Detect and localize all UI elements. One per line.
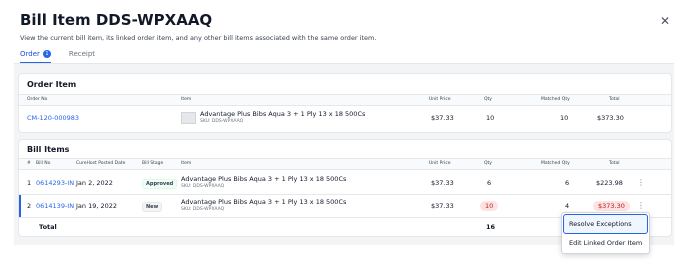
qty: 10 [486, 114, 495, 122]
selected-row-indicator [19, 195, 21, 217]
col-bill-stage: Bill Stage [142, 161, 164, 166]
col-total: Total [609, 161, 620, 166]
col-item: Item [181, 161, 192, 166]
order-item-card: Order Item Order No Item Unit Price Qty … [18, 73, 672, 133]
edit-linked-order-item-menu-item[interactable]: Edit Linked Order Item [569, 239, 642, 247]
qty: 6 [487, 179, 492, 187]
row-divider [19, 194, 671, 195]
item-sku: SKU: DDS-WPXAAQ [200, 119, 244, 124]
item-sku: SKU: DDS-WPXAAQ [181, 184, 225, 189]
tab-bar: Order 1 Receipt [20, 50, 95, 63]
product-thumbnail [181, 112, 196, 124]
bill-no-link[interactable]: 0614293-IN [36, 179, 74, 187]
matched-qty: 10 [560, 114, 569, 122]
order-item-title: Order Item [27, 80, 77, 89]
footer-total-label: Total [39, 223, 57, 231]
col-total: Total [609, 97, 620, 102]
total: $223.98 [596, 179, 623, 187]
row-number: 2 [27, 202, 32, 210]
status-badge: New [142, 202, 163, 212]
item-sku: SKU: DDS-WPXAAQ [181, 207, 225, 212]
posted-date: Jan 2, 2022 [76, 179, 113, 187]
resolve-exceptions-menu-item[interactable]: Resolve Exceptions [569, 220, 632, 228]
item-name: Advantage Plus Bibs Aqua 3 + 1 Ply 13 x … [181, 198, 347, 206]
unit-price: $37.33 [431, 114, 454, 122]
col-unit-price: Unit Price [429, 161, 451, 166]
row-actions-menu: Resolve Exceptions Edit Linked Order Ite… [561, 212, 650, 254]
bill-item-modal: Bill Item DDS-WPXAAQ ✕ View the current … [0, 0, 688, 267]
posted-date: Jan 19, 2022 [76, 202, 118, 210]
close-icon[interactable]: ✕ [660, 14, 670, 28]
modal-title: Bill Item DDS-WPXAAQ [20, 11, 213, 29]
tab-order-count-badge: 1 [42, 50, 51, 58]
row-actions-kebab-icon[interactable]: ⋮ [637, 201, 645, 210]
total-exception-pill: $373.30 [593, 201, 630, 211]
col-qty: Qty [484, 97, 492, 102]
col-matched-qty: Matched Qty [541, 97, 570, 102]
col-item: Item [181, 97, 192, 102]
bill-items-column-header: # Bill No CureHost Posted Date Bill Stag… [19, 158, 671, 170]
matched-qty: 6 [565, 179, 570, 187]
matched-qty: 4 [565, 202, 570, 210]
order-no-link[interactable]: CM-120-000983 [27, 114, 79, 122]
bill-items-title: Bill Items [27, 145, 70, 154]
item-name: Advantage Plus Bibs Aqua 3 + 1 Ply 13 x … [200, 110, 366, 118]
order-item-column-header: Order No Item Unit Price Qty Matched Qty… [19, 94, 671, 106]
tab-order[interactable]: Order 1 [20, 50, 51, 63]
tab-order-label: Order [20, 50, 40, 58]
unit-price: $37.33 [431, 179, 454, 187]
col-num: # [27, 161, 31, 166]
col-bill-no: Bill No [36, 161, 51, 166]
col-qty: Qty [484, 161, 492, 166]
total: $373.30 [597, 114, 624, 122]
row-actions-kebab-icon[interactable]: ⋮ [637, 178, 645, 187]
status-badge: Approved [142, 179, 178, 189]
tab-receipt[interactable]: Receipt [69, 50, 95, 63]
col-matched-qty: Matched Qty [541, 161, 570, 166]
col-unit-price: Unit Price [429, 97, 451, 102]
qty-exception-pill: 10 [480, 201, 499, 211]
bill-no-link[interactable]: 0614139-IN [36, 202, 74, 210]
unit-price: $37.33 [431, 202, 454, 210]
row-number: 1 [27, 179, 32, 187]
item-name: Advantage Plus Bibs Aqua 3 + 1 Ply 13 x … [181, 175, 347, 183]
col-order-no: Order No [27, 97, 48, 102]
modal-description: View the current bill item, its linked o… [20, 34, 377, 42]
col-posted-date: CureHost Posted Date [76, 161, 126, 166]
footer-total-qty: 16 [486, 223, 496, 231]
tab-receipt-label: Receipt [68, 50, 96, 58]
